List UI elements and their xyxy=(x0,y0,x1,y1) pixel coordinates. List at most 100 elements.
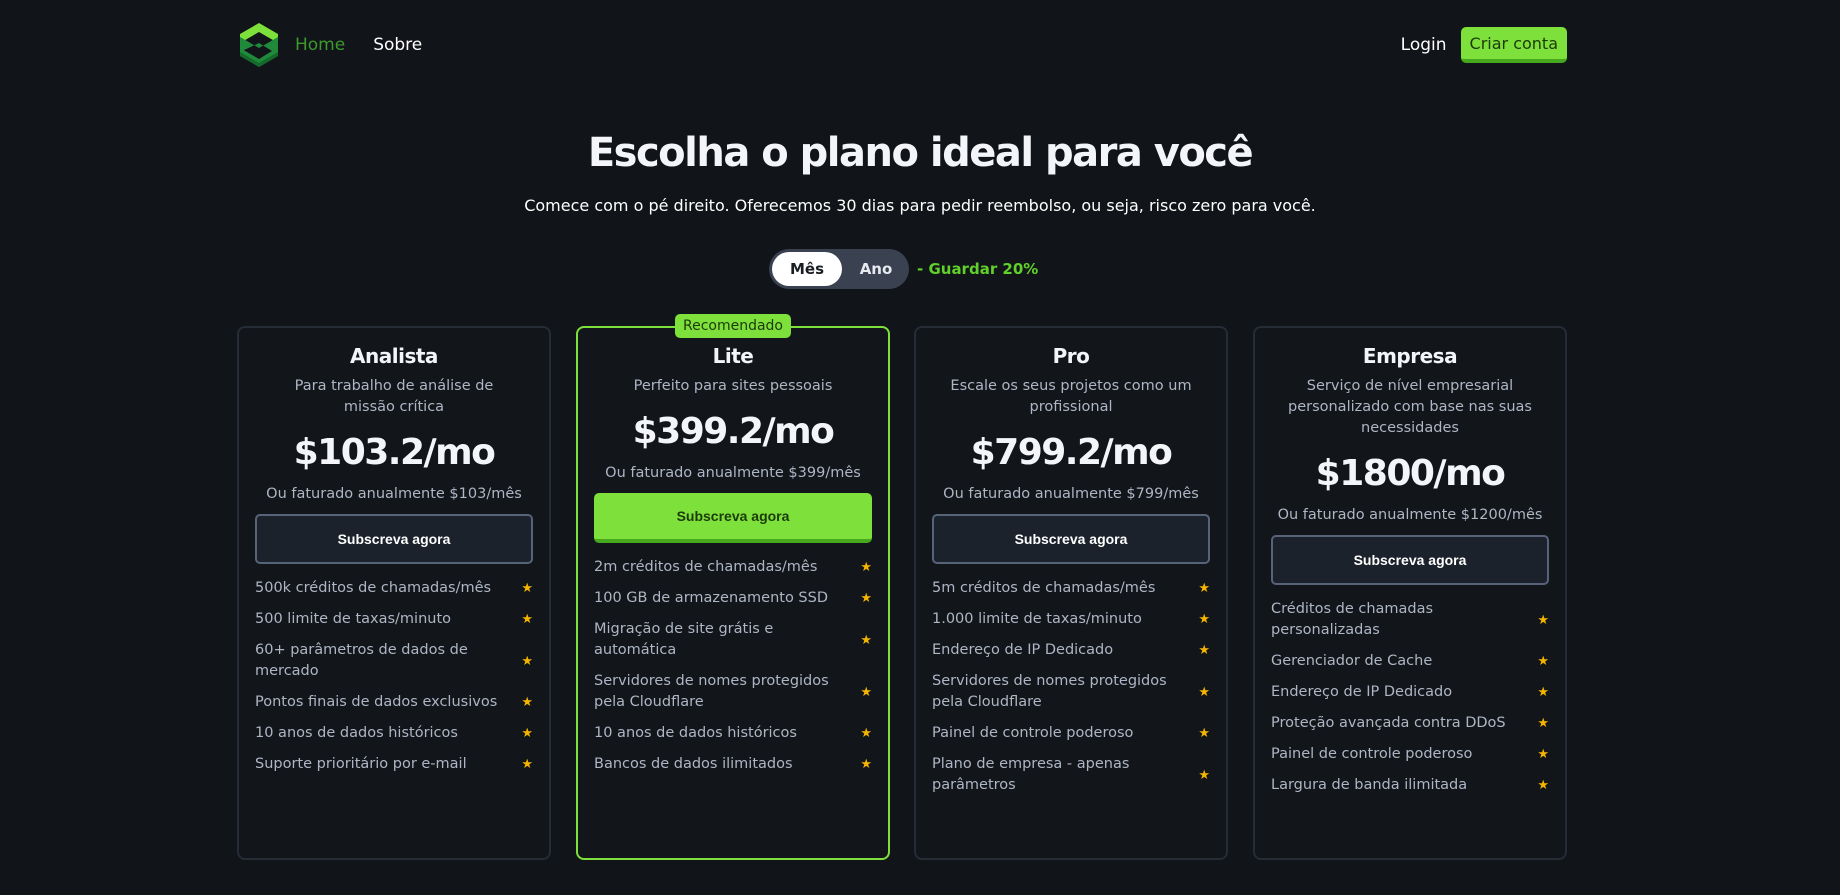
billing-toggle[interactable]: Mês Ano xyxy=(769,249,909,289)
feature-item: Servidores de nomes protegidos pela Clou… xyxy=(932,671,1210,713)
feature-item: Plano de empresa - apenas parâmetros ★ xyxy=(932,754,1210,796)
feature-item: Gerenciador de Cache ★ xyxy=(1271,651,1549,672)
feature-item: Painel de controle poderoso ★ xyxy=(932,723,1210,744)
feature-text: Servidores de nomes protegidos pela Clou… xyxy=(594,673,829,710)
billing-option-yearly[interactable]: Ano xyxy=(847,252,905,286)
subscribe-button[interactable]: Subscreva agora xyxy=(1271,535,1549,585)
feature-item: Suporte prioritário por e-mail ★ xyxy=(255,754,533,775)
feature-text: 500k créditos de chamadas/mês xyxy=(255,580,492,596)
feature-item: Largura de banda ilimitada ★ xyxy=(1271,775,1549,796)
feature-text: Plano de empresa - apenas parâmetros xyxy=(932,756,1130,793)
plan-description: Perfeito para sites pessoais xyxy=(633,378,833,394)
feature-text: Painel de controle poderoso xyxy=(1271,746,1473,762)
top-nav: Home Sobre Login Criar conta xyxy=(237,20,1567,70)
feature-item: 5m créditos de chamadas/mês ★ xyxy=(932,578,1210,599)
feature-item: Pontos finais de dados exclusivos ★ xyxy=(255,692,533,713)
plan-card-lite: Recomendado Lite Perfeito para sites pes… xyxy=(576,314,890,860)
feature-item: 500k créditos de chamadas/mês ★ xyxy=(255,578,533,599)
star-icon: ★ xyxy=(860,757,872,772)
feature-item: Servidores de nomes protegidos pela Clou… xyxy=(594,671,872,713)
star-icon: ★ xyxy=(521,757,533,772)
signup-button[interactable]: Criar conta xyxy=(1460,27,1567,63)
star-icon: ★ xyxy=(1537,778,1549,793)
subscribe-button[interactable]: Subscreva agora xyxy=(594,493,872,543)
feature-list: 500k créditos de chamadas/mês ★ 500 limit… xyxy=(255,578,533,775)
plan-price: $399.2/mo xyxy=(632,411,835,452)
feature-item: 100 GB de armazenamento SSD ★ xyxy=(594,588,872,609)
feature-item: 10 anos de dados históricos ★ xyxy=(594,723,872,744)
plan-billed-annually: Ou faturado anualmente $799/mês xyxy=(943,486,1199,502)
feature-text: Bancos de dados ilimitados xyxy=(594,756,793,772)
feature-item: 1.000 limite de taxas/minuto ★ xyxy=(932,609,1210,630)
feature-item: Migração de site grátis e automática ★ xyxy=(594,619,872,661)
feature-list: Créditos de chamadas personalizadas ★ Ger… xyxy=(1271,599,1549,796)
star-icon: ★ xyxy=(1537,685,1549,700)
feature-text: Endereço de IP Dedicado xyxy=(932,642,1114,658)
plan-name: Pro xyxy=(1052,344,1090,368)
billing-toggle-row: Mês Ano - Guardar 20% xyxy=(769,249,1038,289)
feature-text: Suporte prioritário por e-mail xyxy=(255,756,467,772)
star-icon: ★ xyxy=(1198,612,1210,627)
page-title: Escolha o plano ideal para você xyxy=(587,130,1254,176)
plan-card-analista: Analista Para trabalho de análise de mis… xyxy=(237,326,551,860)
plan-price: $1800/mo xyxy=(1315,453,1506,494)
star-icon: ★ xyxy=(860,726,872,741)
feature-text: Proteção avançada contra DDoS xyxy=(1271,715,1506,731)
plan-price: $799.2/mo xyxy=(970,432,1173,473)
star-icon: ★ xyxy=(521,581,533,596)
feature-text: 100 GB de armazenamento SSD xyxy=(594,590,828,606)
feature-item: Bancos de dados ilimitados ★ xyxy=(594,754,872,775)
login-link[interactable]: Login xyxy=(1401,35,1447,55)
feature-item: 10 anos de dados históricos ★ xyxy=(255,723,533,744)
star-icon: ★ xyxy=(1537,612,1549,628)
feature-item: Créditos de chamadas personalizadas ★ xyxy=(1271,599,1549,641)
feature-text: Gerenciador de Cache xyxy=(1271,653,1433,669)
feature-item: 500 limite de taxas/minuto ★ xyxy=(255,609,533,630)
feature-list: 5m créditos de chamadas/mês ★ 1.000 limit… xyxy=(932,578,1210,796)
nav-actions: Login Criar conta xyxy=(1401,27,1567,63)
star-icon: ★ xyxy=(1537,747,1549,762)
star-icon: ★ xyxy=(1198,684,1210,700)
subscribe-button[interactable]: Subscreva agora xyxy=(255,514,533,564)
star-icon: ★ xyxy=(860,684,872,700)
plan-billed-annually: Ou faturado anualmente $103/mês xyxy=(266,486,522,502)
feature-text: 2m créditos de chamadas/mês xyxy=(594,559,818,575)
feature-item: Endereço de IP Dedicado ★ xyxy=(1271,682,1549,703)
feature-text: Pontos finais de dados exclusivos xyxy=(255,694,498,710)
feature-text: Endereço de IP Dedicado xyxy=(1271,684,1453,700)
feature-text: Largura de banda ilimitada xyxy=(1271,777,1468,793)
recommended-badge: Recomendado xyxy=(674,314,792,338)
feature-text: 5m créditos de chamadas/mês xyxy=(932,580,1156,596)
yearly-savings-label: - Guardar 20% xyxy=(917,260,1039,278)
star-icon: ★ xyxy=(1198,643,1210,658)
nav-home-link[interactable]: Home xyxy=(295,35,345,55)
star-icon: ★ xyxy=(521,695,533,710)
feature-item: Endereço de IP Dedicado ★ xyxy=(932,640,1210,661)
feature-item: 60+ parâmetros de dados de mercado ★ xyxy=(255,640,533,682)
feature-text: Migração de site grátis e automática xyxy=(594,621,774,658)
feature-list: 2m créditos de chamadas/mês ★ 100 GB de a… xyxy=(594,557,872,775)
page-subtitle: Comece com o pé direito. Oferecemos 30 d… xyxy=(524,196,1316,215)
plan-card-empresa: Empresa Serviço de nível empresarial per… xyxy=(1253,326,1567,860)
star-icon: ★ xyxy=(1198,581,1210,596)
star-icon: ★ xyxy=(1537,654,1549,669)
star-icon: ★ xyxy=(521,726,533,741)
feature-text: Créditos de chamadas personalizadas xyxy=(1271,601,1434,638)
nav-about-link[interactable]: Sobre xyxy=(373,35,422,55)
plan-card-pro: Pro Escale os seus projetos como um prof… xyxy=(914,326,1228,860)
feature-text: 10 anos de dados históricos xyxy=(255,725,458,741)
star-icon: ★ xyxy=(860,560,872,575)
plan-billed-annually: Ou faturado anualmente $1200/mês xyxy=(1277,507,1543,523)
feature-text: 60+ parâmetros de dados de mercado xyxy=(255,642,468,679)
billing-option-monthly[interactable]: Mês xyxy=(772,252,842,286)
brand-logo-icon[interactable] xyxy=(237,22,281,68)
plan-price: $103.2/mo xyxy=(293,432,496,473)
plan-description: Escale os seus projetos como um profissi… xyxy=(950,378,1192,415)
plan-billed-annually: Ou faturado anualmente $399/mês xyxy=(605,465,861,481)
feature-text: Servidores de nomes protegidos pela Clou… xyxy=(932,673,1167,710)
feature-text: Painel de controle poderoso xyxy=(932,725,1134,741)
feature-item: Proteção avançada contra DDoS ★ xyxy=(1271,713,1549,734)
plan-name: Empresa xyxy=(1362,344,1458,368)
subscribe-button[interactable]: Subscreva agora xyxy=(932,514,1210,564)
feature-text: 500 limite de taxas/minuto xyxy=(255,611,452,627)
